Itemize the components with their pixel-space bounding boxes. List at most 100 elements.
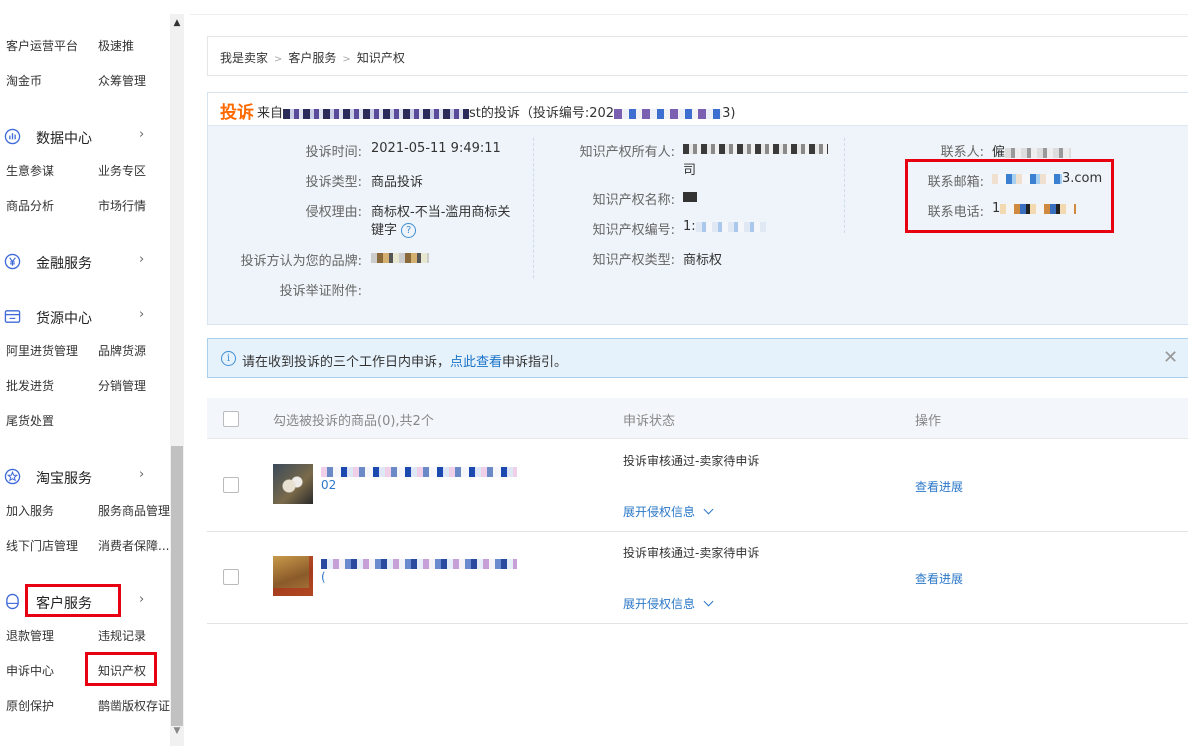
view-progress-link[interactable]: 查看进展: [915, 570, 963, 587]
sidebar-section-title: 淘宝服务: [36, 471, 92, 487]
appeal-status: 投诉审核通过-卖家待申诉: [623, 454, 760, 468]
sidebar-row: 淘金币 众筹管理: [6, 72, 146, 89]
sidebar-section-data-center[interactable]: 数据中心 ›: [0, 125, 170, 149]
field-label: 知识产权名称:: [592, 193, 675, 208]
column-header-status: 申诉状态: [623, 414, 676, 429]
sidebar-link[interactable]: 生意参谋: [6, 164, 54, 178]
chevron-right-icon: ›: [139, 252, 145, 267]
sidebar-row: 客户运营平台 极速推: [6, 37, 134, 54]
row-checkbox[interactable]: [223, 477, 239, 493]
field-label: 投诉时间:: [305, 145, 362, 160]
expand-infringement-link[interactable]: 展开侵权信息: [623, 595, 714, 612]
breadcrumb-link[interactable]: 我是卖家: [220, 51, 268, 65]
sidebar-section-finance[interactable]: 金融服务 ›: [0, 250, 170, 274]
table-row: ( 投诉审核通过-卖家待申诉 展开侵权信息 查看进展: [207, 532, 1188, 624]
chevron-right-icon: ›: [139, 467, 145, 482]
sidebar-row: 批发进货 分销管理: [6, 377, 146, 394]
field-label: 投诉类型:: [305, 175, 362, 190]
sidebar-link[interactable]: 客户运营平台: [6, 39, 78, 53]
brand-value: [371, 250, 429, 265]
sidebar-link[interactable]: 鹊凿版权存证: [98, 697, 170, 714]
redacted-text: [683, 191, 697, 202]
star-circle-icon: [4, 468, 21, 485]
sidebar-link[interactable]: 申诉中心: [6, 664, 54, 678]
redacted-text: [371, 252, 429, 263]
sidebar-link[interactable]: 业务专区: [98, 162, 146, 179]
sidebar-section-supply[interactable]: 货源中心 ›: [0, 305, 170, 329]
sidebar-link[interactable]: 服务商品管理: [98, 502, 170, 519]
redacted-text: [683, 143, 828, 154]
chevron-down-icon: [703, 504, 714, 515]
ip-number: 1:: [683, 219, 766, 234]
appeal-status: 投诉审核通过-卖家待申诉: [623, 546, 760, 560]
select-all-checkbox[interactable]: [223, 411, 239, 427]
column-divider: [533, 138, 534, 278]
field-label: 投诉方认为您的品牌:: [240, 254, 362, 269]
redacted-text: [321, 466, 517, 477]
redacted-text: [695, 221, 766, 232]
table-row: 02 投诉审核通过-卖家待申诉 展开侵权信息 查看进展: [207, 440, 1188, 532]
sidebar-link[interactable]: 线下门店管理: [6, 539, 78, 553]
row-checkbox[interactable]: [223, 569, 239, 585]
sidebar-section-taobao-service[interactable]: 淘宝服务 ›: [0, 465, 170, 489]
table-header: 勾选被投诉的商品(0),共2个 申诉状态 操作: [207, 398, 1188, 439]
chevron-right-icon: ›: [139, 592, 145, 607]
sidebar-link[interactable]: 极速推: [98, 37, 134, 54]
sidebar-link[interactable]: 尾货处置: [6, 414, 54, 428]
sidebar-link[interactable]: 众筹管理: [98, 72, 146, 89]
sidebar-link[interactable]: 原创保护: [6, 699, 54, 713]
sidebar-scrollbar[interactable]: ▲ ▼: [170, 14, 184, 746]
product-name-link[interactable]: (: [321, 556, 517, 584]
complaint-tag: 投诉: [220, 103, 254, 123]
column-divider: [844, 138, 845, 233]
sidebar-link[interactable]: 批发进货: [6, 379, 54, 393]
notice-message: 请在收到投诉的三个工作日内申诉，点此查看申诉指引。: [242, 355, 568, 370]
sidebar-link[interactable]: 分销管理: [98, 377, 146, 394]
complaint-header: 投诉 来自 st的投诉（投诉编号:202 3): [208, 93, 1188, 126]
contact-name: 僱: [992, 141, 1072, 160]
sidebar-link[interactable]: 商品分析: [6, 199, 54, 213]
field-label: 知识产权所有人:: [579, 145, 675, 160]
redacted-text: [283, 108, 470, 119]
sidebar-section-title: 金融服务: [36, 256, 92, 272]
product-thumbnail[interactable]: [273, 464, 313, 504]
sidebar-link[interactable]: 淘金币: [6, 74, 42, 88]
highlight-box-customer-service: [25, 584, 121, 617]
notice-bar: i 请在收到投诉的三个工作日内申诉，点此查看申诉指引。 ✕: [207, 338, 1188, 378]
sidebar-link[interactable]: 阿里进货管理: [6, 344, 78, 358]
sidebar-link[interactable]: 市场行情: [98, 197, 146, 214]
column-header-op: 操作: [915, 414, 942, 429]
sidebar-link[interactable]: 违规记录: [98, 627, 146, 644]
close-icon[interactable]: ✕: [1163, 347, 1178, 368]
breadcrumb-current: 知识产权: [356, 51, 405, 65]
chevron-down-icon: [703, 596, 714, 607]
scroll-down-arrow-icon[interactable]: ▼: [170, 724, 184, 738]
view-progress-link[interactable]: 查看进展: [915, 478, 963, 495]
complaint-reason-cont: 键字 ?: [371, 219, 417, 238]
sidebar-link[interactable]: 消费者保障...: [98, 537, 169, 554]
complaint-reason: 商标权-不当-滥用商标关: [371, 205, 511, 220]
scroll-up-arrow-icon[interactable]: ▲: [170, 16, 184, 30]
product-name-link[interactable]: 02: [321, 464, 517, 492]
complaint-panel: 投诉 来自 st的投诉（投诉编号:202 3) 投诉时间: 2021-05-11 9…: [207, 92, 1188, 325]
field-label: 联系人:: [940, 145, 984, 160]
column-header-goods: 勾选被投诉的商品(0),共2个: [273, 414, 434, 429]
box-icon: [4, 310, 21, 323]
sidebar-section-title: 数据中心: [36, 131, 92, 147]
field-label: 知识产权编号:: [592, 223, 675, 238]
sidebar-link[interactable]: 加入服务: [6, 504, 54, 518]
breadcrumb-link[interactable]: 客户服务: [288, 51, 336, 65]
help-icon[interactable]: ?: [401, 223, 417, 238]
sidebar-link[interactable]: 品牌货源: [98, 342, 146, 359]
sidebar-link[interactable]: 退款管理: [6, 629, 54, 643]
sidebar-row: 商品分析 市场行情: [6, 197, 146, 214]
scroll-thumb[interactable]: [171, 446, 183, 726]
breadcrumb: 我是卖家 > 客户服务 > 知识产权: [207, 36, 1188, 76]
product-thumbnail[interactable]: [273, 556, 313, 596]
expand-infringement-link[interactable]: 展开侵权信息: [623, 503, 714, 520]
sidebar-row: 申诉中心 知识产权: [6, 662, 146, 679]
appeal-guide-link[interactable]: 点此查看: [450, 355, 502, 370]
field-label: 投诉举证附件:: [279, 284, 362, 299]
chart-circle-icon: [4, 128, 21, 145]
sidebar-row: 生意参谋 业务专区: [6, 162, 146, 179]
